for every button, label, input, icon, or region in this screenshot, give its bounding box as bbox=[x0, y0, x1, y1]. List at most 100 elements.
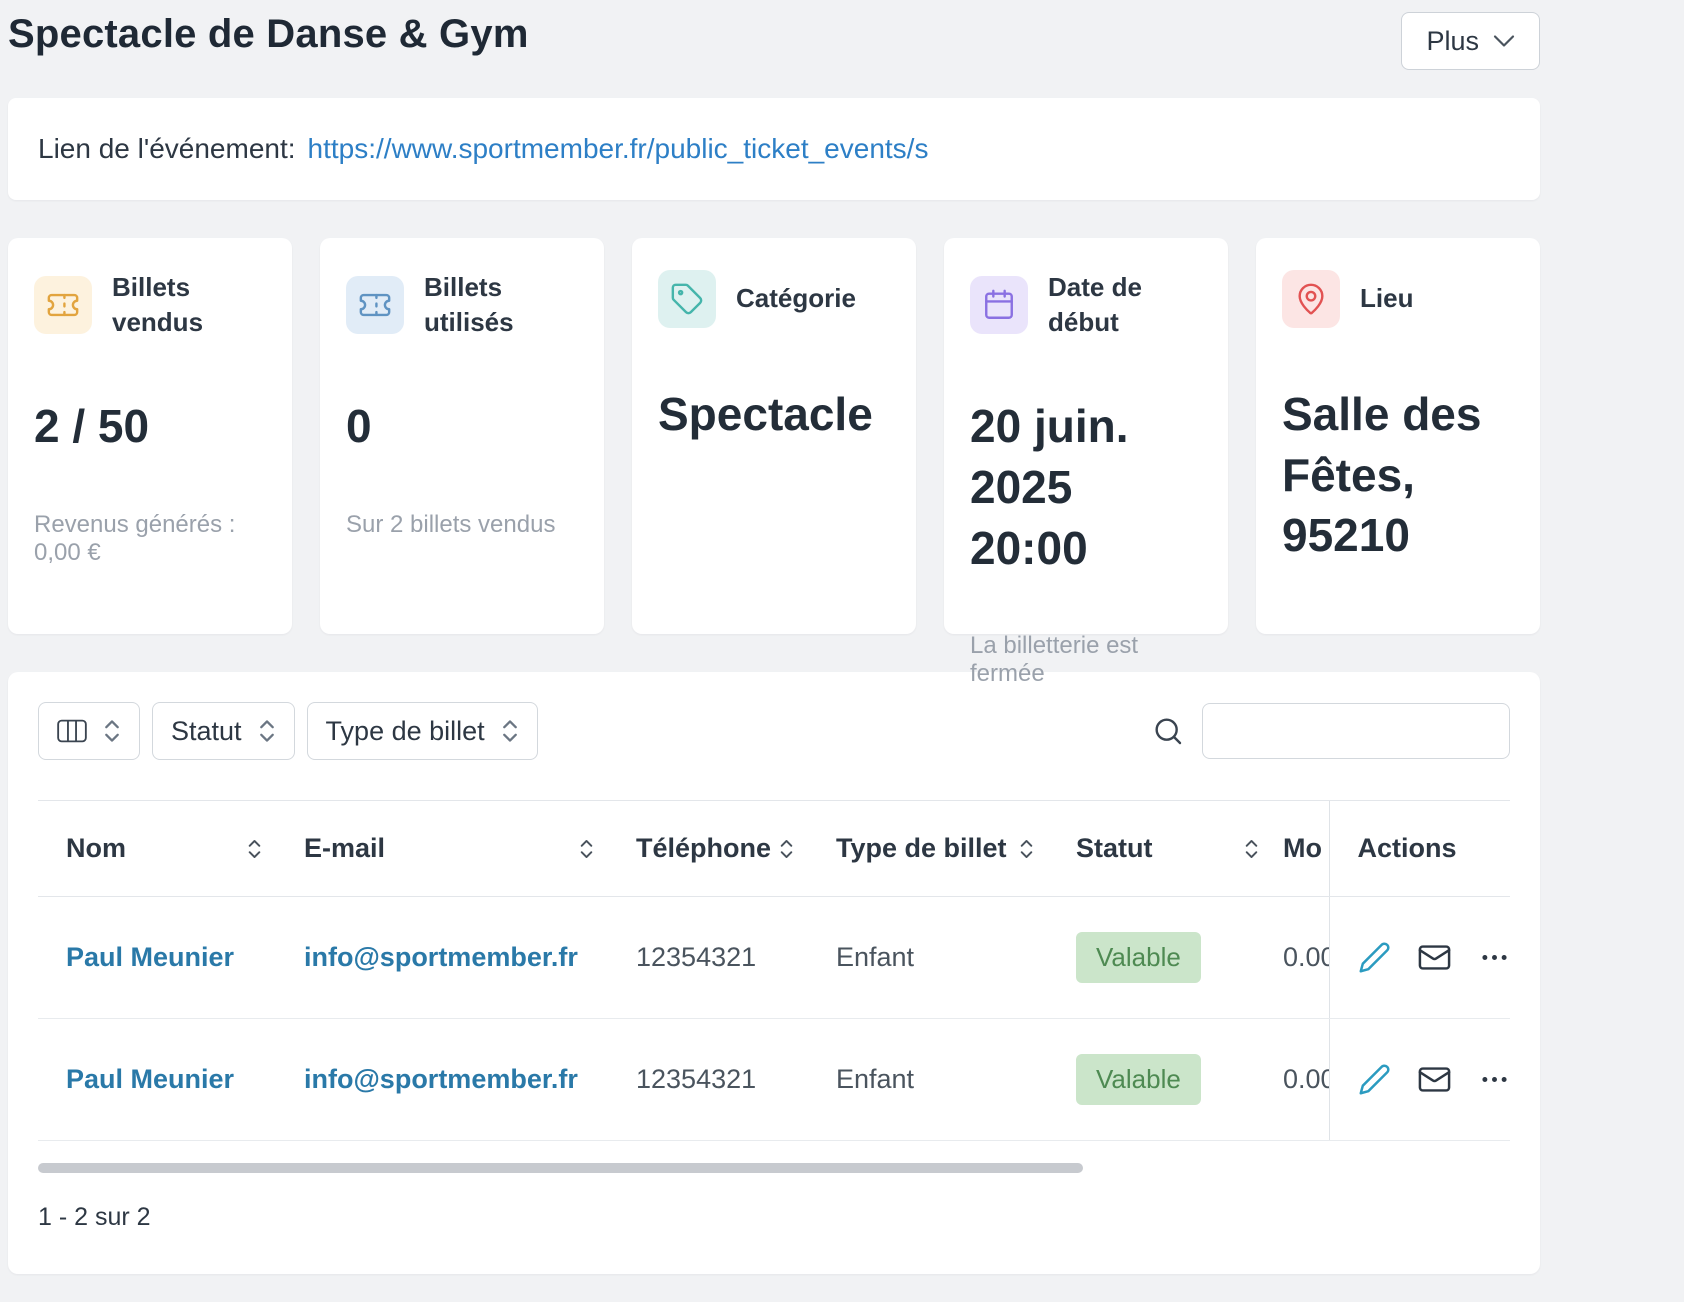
email-button[interactable] bbox=[1417, 940, 1452, 975]
table-row: Paul Meunier info@sportmember.fr 1235432… bbox=[38, 897, 1510, 1019]
sort-icon[interactable] bbox=[1019, 837, 1034, 861]
pencil-icon bbox=[1358, 941, 1391, 974]
ticket-type-filter-button[interactable]: Type de billet bbox=[307, 702, 538, 760]
column-header-actions: Actions bbox=[1329, 801, 1510, 897]
column-label: Nom bbox=[66, 833, 126, 864]
stat-card-location: Lieu Salle des Fêtes, 95210 bbox=[1256, 238, 1540, 634]
status-badge: Valable bbox=[1076, 932, 1201, 983]
column-label: Mo bbox=[1283, 833, 1322, 863]
page-title: Spectacle de Danse & Gym bbox=[8, 12, 529, 57]
attendee-amount: 0.00 bbox=[1273, 1019, 1329, 1141]
more-button[interactable]: Plus bbox=[1401, 12, 1540, 70]
table-header-row: Nom E-mail Téléphone Type de billet bbox=[38, 801, 1510, 897]
stat-value: Spectacle bbox=[658, 384, 890, 445]
search-input[interactable] bbox=[1202, 703, 1510, 759]
envelope-icon bbox=[1417, 1062, 1452, 1097]
attendee-name-link[interactable]: Paul Meunier bbox=[66, 1064, 234, 1094]
column-header-email: E-mail bbox=[276, 801, 608, 897]
ticket-icon bbox=[346, 276, 404, 334]
stat-subtext: La billetterie est fermée bbox=[970, 632, 1202, 688]
search-area bbox=[1152, 703, 1510, 759]
chevron-down-icon bbox=[1493, 34, 1515, 48]
ellipsis-icon bbox=[1478, 1063, 1511, 1096]
email-button[interactable] bbox=[1417, 1062, 1452, 1097]
sort-icon[interactable] bbox=[247, 837, 262, 861]
attendee-phone: 12354321 bbox=[608, 1019, 808, 1141]
attendee-email-link[interactable]: info@sportmember.fr bbox=[304, 1064, 578, 1094]
stat-label: Billets utilisés bbox=[424, 270, 578, 340]
status-filter-button[interactable]: Statut bbox=[152, 702, 295, 760]
column-label: Type de billet bbox=[836, 833, 1007, 864]
column-header-name: Nom bbox=[38, 801, 276, 897]
envelope-icon bbox=[1417, 940, 1452, 975]
row-actions bbox=[1358, 940, 1497, 975]
stat-subtext: Revenus générés : 0,00 € bbox=[34, 511, 266, 567]
attendees-table: Nom E-mail Téléphone Type de billet bbox=[38, 800, 1510, 1141]
ellipsis-icon bbox=[1478, 941, 1511, 974]
more-actions-button[interactable] bbox=[1478, 1063, 1511, 1096]
stat-value: 20 juin. 2025 20:00 bbox=[970, 396, 1202, 578]
columns-selector-button[interactable] bbox=[38, 702, 140, 760]
stat-value: 0 bbox=[346, 396, 578, 457]
column-label: Téléphone bbox=[636, 833, 771, 864]
search-icon bbox=[1152, 715, 1184, 747]
stat-card-start-date: Date de début 20 juin. 2025 20:00 La bil… bbox=[944, 238, 1228, 634]
stat-subtext: Sur 2 billets vendus bbox=[346, 511, 578, 539]
status-badge: Valable bbox=[1076, 1054, 1201, 1105]
sort-icon[interactable] bbox=[1244, 837, 1259, 861]
stat-value: Salle des Fêtes, 95210 bbox=[1282, 384, 1514, 566]
column-label: Statut bbox=[1076, 833, 1153, 864]
horizontal-scrollbar-thumb[interactable] bbox=[38, 1163, 1083, 1173]
edit-button[interactable] bbox=[1358, 941, 1391, 974]
location-pin-icon bbox=[1282, 270, 1340, 328]
stat-label: Billets vendus bbox=[112, 270, 266, 340]
table-toolbar: Statut Type de billet bbox=[8, 702, 1540, 760]
table-wrap: Nom E-mail Téléphone Type de billet bbox=[38, 800, 1510, 1141]
attendee-name-link[interactable]: Paul Meunier bbox=[66, 942, 234, 972]
sort-icon[interactable] bbox=[779, 837, 794, 861]
tag-icon bbox=[658, 270, 716, 328]
stats-grid: Billets vendus 2 / 50 Revenus générés : … bbox=[8, 238, 1540, 634]
page-header: Spectacle de Danse & Gym Plus bbox=[8, 12, 1540, 70]
event-link-label: Lien de l'événement: bbox=[38, 133, 296, 165]
column-header-amount: Mo bbox=[1273, 801, 1329, 897]
table-row: Paul Meunier info@sportmember.fr 1235432… bbox=[38, 1019, 1510, 1141]
status-filter-label: Statut bbox=[171, 716, 242, 747]
chevrons-up-down-icon bbox=[501, 717, 519, 745]
stat-label: Catégorie bbox=[736, 281, 856, 316]
edit-button[interactable] bbox=[1358, 1063, 1391, 1096]
event-link[interactable]: https://www.sportmember.fr/public_ticket… bbox=[308, 133, 929, 165]
column-label: E-mail bbox=[304, 833, 385, 864]
chevrons-up-down-icon bbox=[103, 717, 121, 745]
calendar-icon bbox=[970, 276, 1028, 334]
more-button-label: Plus bbox=[1426, 26, 1479, 57]
ticket-icon bbox=[34, 276, 92, 334]
column-header-status: Statut bbox=[1048, 801, 1273, 897]
stat-card-tickets-sold: Billets vendus 2 / 50 Revenus générés : … bbox=[8, 238, 292, 634]
more-actions-button[interactable] bbox=[1478, 941, 1511, 974]
attendee-ticket-type: Enfant bbox=[808, 1019, 1048, 1141]
horizontal-scrollbar bbox=[38, 1163, 1510, 1173]
page: Spectacle de Danse & Gym Plus Lien de l'… bbox=[8, 0, 1540, 1274]
sort-icon[interactable] bbox=[579, 837, 594, 861]
stat-label: Lieu bbox=[1360, 281, 1413, 316]
stat-label: Date de début bbox=[1048, 270, 1202, 340]
column-label: Actions bbox=[1358, 833, 1457, 863]
attendee-amount: 0.00 bbox=[1273, 897, 1329, 1019]
attendee-email-link[interactable]: info@sportmember.fr bbox=[304, 942, 578, 972]
stat-value: 2 / 50 bbox=[34, 396, 266, 457]
ticket-type-filter-label: Type de billet bbox=[326, 716, 485, 747]
attendee-phone: 12354321 bbox=[608, 897, 808, 1019]
attendee-ticket-type: Enfant bbox=[808, 897, 1048, 1019]
columns-icon bbox=[57, 719, 87, 743]
stat-card-category: Catégorie Spectacle bbox=[632, 238, 916, 634]
pagination-info: 1 - 2 sur 2 bbox=[38, 1203, 1510, 1232]
column-header-ticket-type: Type de billet bbox=[808, 801, 1048, 897]
attendees-table-card: Statut Type de billet bbox=[8, 672, 1540, 1274]
stat-card-tickets-used: Billets utilisés 0 Sur 2 billets vendus bbox=[320, 238, 604, 634]
pencil-icon bbox=[1358, 1063, 1391, 1096]
chevrons-up-down-icon bbox=[258, 717, 276, 745]
column-header-phone: Téléphone bbox=[608, 801, 808, 897]
row-actions bbox=[1358, 1062, 1497, 1097]
event-link-card: Lien de l'événement: https://www.sportme… bbox=[8, 98, 1540, 200]
